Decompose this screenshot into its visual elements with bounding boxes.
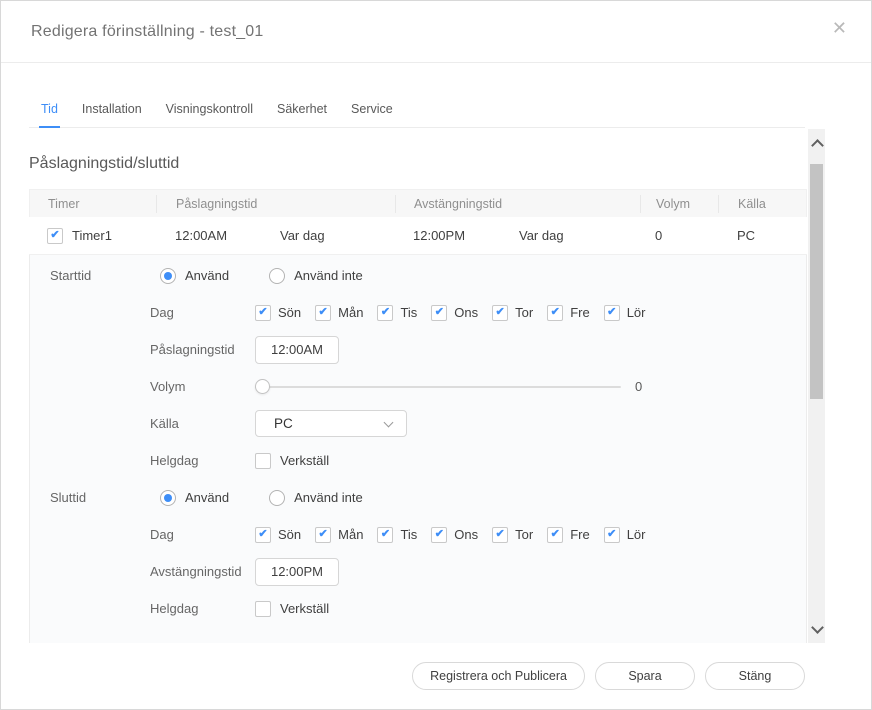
chevron-down-icon — [384, 418, 394, 428]
sluttid-use-radio-group: Använd Använd inte — [160, 490, 363, 506]
source-label: Källa — [150, 416, 255, 431]
start-day-lor[interactable]: ✔Lör — [604, 305, 646, 321]
end-holiday-checkbox[interactable] — [255, 601, 271, 617]
start-day-ons[interactable]: ✔Ons — [431, 305, 478, 321]
tab-service[interactable]: Service — [349, 96, 395, 127]
save-button[interactable]: Spara — [595, 662, 695, 690]
tab-visningskontroll[interactable]: Visningskontroll — [164, 96, 255, 127]
section-title: Påslagningstid/sluttid — [29, 155, 807, 173]
dialog-title: Redigera förinställning - test_01 — [31, 23, 264, 41]
timer-row-checkbox[interactable]: ✔ — [47, 228, 63, 244]
tab-content-scroll-area: Påslagningstid/sluttid Timer Påslagnings… — [29, 129, 807, 644]
row-on-time: 12:00AM — [156, 228, 280, 243]
volume-slider[interactable] — [255, 379, 621, 394]
starttid-label: Starttid — [30, 268, 150, 283]
table-row[interactable]: ✔ Timer1 12:00AM Var dag 12:00PM Var dag… — [29, 217, 807, 255]
sluttid-label: Sluttid — [30, 490, 150, 505]
end-day-lor[interactable]: ✔Lör — [604, 527, 646, 543]
row-source: PC — [718, 228, 807, 243]
source-selected-value: PC — [274, 416, 293, 431]
end-day-man[interactable]: ✔Mån — [315, 527, 363, 543]
starttid-use-radio-group: Använd Använd inte — [160, 268, 363, 284]
tab-installation[interactable]: Installation — [80, 96, 144, 127]
timer-table-header: Timer Påslagningstid Avstängningstid Vol… — [29, 189, 807, 217]
col-header-off-time: Avstängningstid — [396, 195, 641, 213]
row-volume: 0 — [640, 228, 718, 243]
volume-value: 0 — [635, 379, 642, 394]
row-off-time: 12:00PM — [395, 228, 519, 243]
tab-bar: Tid Installation Visningskontroll Säkerh… — [29, 96, 805, 128]
end-day-ons[interactable]: ✔Ons — [431, 527, 478, 543]
end-holiday-label: Helgdag — [150, 601, 255, 616]
tab-sakerhet[interactable]: Säkerhet — [275, 96, 329, 127]
edit-preset-dialog: Redigera förinställning - test_01 ✕ Tid … — [0, 0, 872, 710]
end-holiday-action-label: Verkställ — [280, 601, 329, 616]
dialog-footer: Registrera och Publicera Spara Stäng — [1, 643, 871, 709]
radio-anvand-icon — [160, 268, 176, 284]
timer-name: Timer1 — [72, 228, 112, 243]
row-off-repeat: Var dag — [519, 228, 640, 243]
volume-slider-track — [255, 386, 621, 388]
start-day-fre[interactable]: ✔Fre — [547, 305, 590, 321]
end-day-tis[interactable]: ✔Tis — [377, 527, 417, 543]
end-day-fre[interactable]: ✔Fre — [547, 527, 590, 543]
scroll-down-icon[interactable] — [811, 621, 824, 634]
scrollbar-thumb[interactable] — [810, 164, 823, 399]
radio-anvand[interactable]: Använd — [160, 268, 229, 284]
end-radio-anvand-inte-icon — [269, 490, 285, 506]
end-time-label: Avstängningstid — [150, 564, 255, 579]
start-time-button[interactable]: 12:00AM — [255, 336, 339, 364]
end-radio-anvand-icon — [160, 490, 176, 506]
tab-tid[interactable]: Tid — [39, 96, 60, 128]
start-holiday-checkbox[interactable] — [255, 453, 271, 469]
start-dag-label: Dag — [150, 305, 255, 320]
close-icon[interactable]: ✕ — [832, 19, 847, 37]
row-on-repeat: Var dag — [280, 228, 395, 243]
col-header-timer: Timer — [30, 195, 157, 213]
radio-anvand-inte-icon — [269, 268, 285, 284]
col-header-source: Källa — [719, 195, 806, 213]
scroll-up-icon[interactable] — [811, 139, 824, 152]
volume-label: Volym — [150, 379, 255, 394]
col-header-on-time: Påslagningstid — [157, 195, 396, 213]
register-publish-button[interactable]: Registrera och Publicera — [412, 662, 585, 690]
start-day-tis[interactable]: ✔Tis — [377, 305, 417, 321]
start-holiday-label: Helgdag — [150, 453, 255, 468]
col-header-volume: Volym — [641, 195, 719, 213]
timer-settings-form: Starttid Använd Använd inte — [29, 255, 807, 644]
end-day-tor[interactable]: ✔Tor — [492, 527, 533, 543]
source-dropdown[interactable]: PC — [255, 410, 407, 437]
start-day-man[interactable]: ✔Mån — [315, 305, 363, 321]
vertical-scrollbar[interactable] — [808, 129, 825, 644]
start-day-tor[interactable]: ✔Tor — [492, 305, 533, 321]
radio-anvand-inte[interactable]: Använd inte — [269, 268, 363, 284]
volume-slider-handle[interactable] — [255, 379, 270, 394]
close-button[interactable]: Stäng — [705, 662, 805, 690]
start-day-son[interactable]: ✔Sön — [255, 305, 301, 321]
start-time-label: Påslagningstid — [150, 342, 255, 357]
end-dag-label: Dag — [150, 527, 255, 542]
dialog-header: Redigera förinställning - test_01 — [1, 1, 871, 63]
timer-table: Timer Påslagningstid Avstängningstid Vol… — [29, 189, 807, 644]
start-holiday-action-label: Verkställ — [280, 453, 329, 468]
end-day-son[interactable]: ✔Sön — [255, 527, 301, 543]
end-time-button[interactable]: 12:00PM — [255, 558, 339, 586]
end-radio-anvand[interactable]: Använd — [160, 490, 229, 506]
end-radio-anvand-inte[interactable]: Använd inte — [269, 490, 363, 506]
